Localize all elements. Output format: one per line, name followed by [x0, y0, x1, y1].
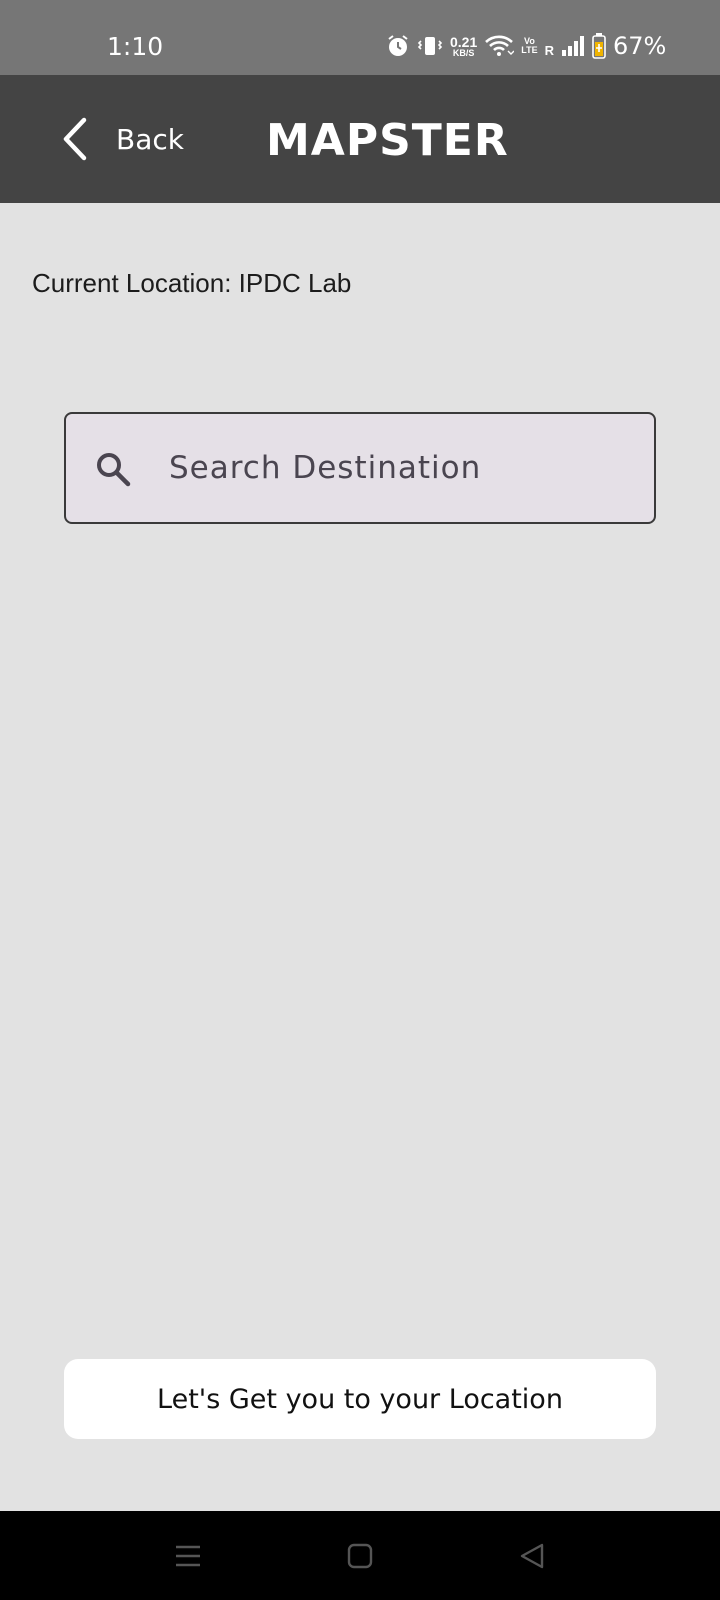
app-title: MAPSTER	[266, 115, 509, 166]
nav-home-button[interactable]	[315, 1511, 405, 1600]
search-input[interactable]	[169, 438, 629, 498]
menu-lines-icon	[176, 1545, 200, 1566]
network-speed-value: 0.21	[450, 33, 478, 50]
square-icon	[347, 1543, 373, 1568]
back-label: Back	[116, 122, 184, 156]
vibrate-icon	[417, 37, 443, 55]
battery-percent: 67%	[612, 32, 667, 60]
get-directions-button[interactable]: Let's Get you to your Location	[64, 1359, 656, 1439]
volte-indicator: Vo LTE	[521, 37, 537, 55]
chevron-left-icon	[63, 117, 87, 161]
app-bar: Back MAPSTER	[0, 75, 720, 203]
wifi-icon	[485, 35, 515, 56]
status-bar: 1:10 0.21 KB/S Vo LTE R 67%	[0, 0, 720, 75]
status-icons: 0.21 KB/S Vo LTE R 67%	[386, 30, 666, 62]
nav-back-button[interactable]	[487, 1511, 577, 1600]
navigation-bar	[0, 1511, 720, 1600]
volte-bottom: LTE	[521, 45, 538, 55]
alarm-icon	[388, 35, 408, 56]
back-button[interactable]: Back	[60, 111, 184, 167]
signal-icon	[561, 36, 584, 56]
search-box[interactable]	[64, 412, 656, 524]
battery-icon	[592, 33, 606, 59]
triangle-back-icon	[520, 1543, 544, 1568]
search-icon	[97, 453, 131, 487]
status-time: 1:10	[107, 32, 164, 61]
roaming-indicator: R	[544, 43, 554, 58]
network-speed-unit: KB/S	[452, 47, 475, 58]
current-location-label: Current Location: IPDC Lab	[32, 268, 352, 298]
nav-recents-button[interactable]	[143, 1511, 233, 1600]
network-speed: 0.21 KB/S	[450, 35, 477, 58]
